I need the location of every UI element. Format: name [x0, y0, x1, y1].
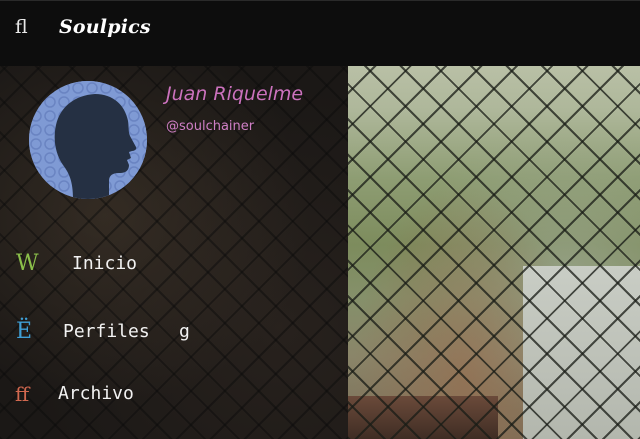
nav-extra-glyph: g [179, 321, 190, 342]
profiles-icon: Ë [16, 319, 33, 344]
profile-handle[interactable]: @soulchainer [166, 118, 254, 136]
profile-silhouette-icon [29, 81, 147, 199]
sidebar: Juan Riquelme @soulchainer W Inicio Ë Pe… [0, 66, 348, 439]
brand-title[interactable]: Soulpics [59, 14, 151, 40]
nav-item-inicio[interactable]: W Inicio [0, 249, 300, 283]
menu-icon[interactable]: ﬂ [15, 15, 28, 39]
photo-fence-overlay [348, 66, 640, 439]
archive-icon: ﬀ [15, 382, 30, 406]
top-bar: ﬂ Soulpics [0, 0, 640, 66]
nav-item-perfiles[interactable]: Ë Perfiles g [0, 317, 300, 351]
nav-label-perfiles: Perfiles [63, 321, 150, 342]
avatar[interactable] [29, 81, 147, 199]
home-icon: W [16, 251, 39, 276]
nav-item-archivo[interactable]: ﬀ Archivo [0, 379, 300, 413]
nav-label-inicio: Inicio [72, 253, 138, 274]
profile-name[interactable]: Juan Riquelme [166, 82, 303, 106]
nav-label-archivo: Archivo [58, 383, 134, 404]
background-photo [348, 66, 640, 439]
